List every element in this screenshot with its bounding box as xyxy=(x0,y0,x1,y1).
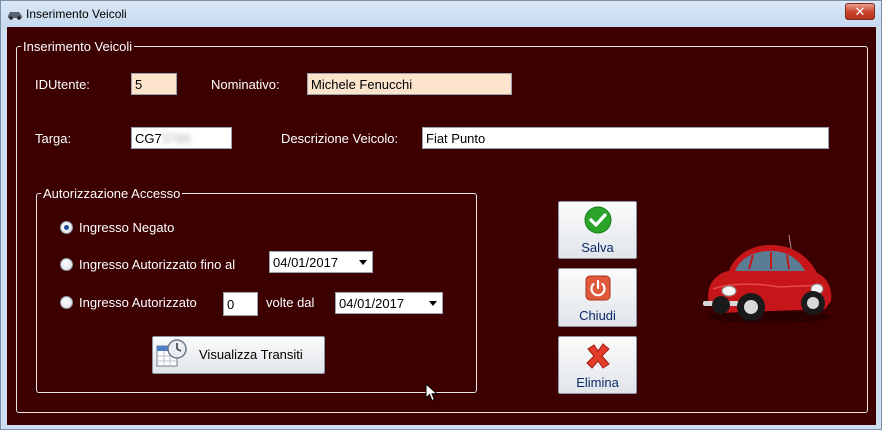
times-date-picker[interactable]: 04/01/2017 xyxy=(335,292,443,314)
chevron-down-icon xyxy=(429,301,437,306)
chiudi-label: Chiudi xyxy=(579,308,616,323)
targa-field[interactable]: CG73766 xyxy=(131,127,232,149)
radio-autorizzato-fino-label[interactable]: Ingresso Autorizzato fino al xyxy=(79,257,235,272)
descrizione-field[interactable]: Fiat Punto xyxy=(422,127,829,149)
nominativo-field[interactable]: Michele Fenucchi xyxy=(307,73,512,95)
nominativo-label: Nominativo: xyxy=(211,77,280,92)
elimina-label: Elimina xyxy=(576,375,619,390)
radio-ingresso-negato-label[interactable]: Ingresso Negato xyxy=(79,220,174,235)
close-window-button[interactable]: ✕ xyxy=(845,3,875,20)
targa-label: Targa: xyxy=(35,131,72,146)
elimina-button[interactable]: Elimina xyxy=(558,336,637,394)
visualizza-transiti-button[interactable]: Visualizza Transiti xyxy=(152,336,325,374)
visualizza-transiti-label: Visualizza Transiti xyxy=(199,347,303,362)
radio-ingresso-negato[interactable] xyxy=(60,221,73,234)
idutente-label: IDUtente: xyxy=(35,77,90,92)
car-title-icon xyxy=(8,12,22,20)
chevron-down-icon xyxy=(359,260,367,265)
descrizione-label: Descrizione Veicolo: xyxy=(281,131,399,146)
until-date-picker[interactable]: 04/01/2017 xyxy=(269,251,373,273)
chiudi-button[interactable]: Chiudi xyxy=(558,268,637,327)
radio-autorizzato-volte-label[interactable]: Ingresso Autorizzato xyxy=(79,295,197,310)
times-date-value: 04/01/2017 xyxy=(339,296,405,311)
client-area: Inserimento Veicoli IDUtente: 5 Nominati… xyxy=(7,27,876,425)
until-date-value: 04/01/2017 xyxy=(273,255,339,270)
x-icon xyxy=(585,343,610,369)
times-field[interactable]: 0 xyxy=(223,292,258,316)
access-group-legend: Autorizzazione Accesso xyxy=(43,186,181,201)
calendar-clock-icon xyxy=(156,339,187,367)
radio-autorizzato-fino[interactable] xyxy=(60,258,73,271)
check-icon xyxy=(584,206,611,234)
targa-obscured-text: 3766 xyxy=(161,131,191,146)
mouse-cursor-icon xyxy=(425,383,439,402)
targa-visible-text: CG7 xyxy=(135,131,162,146)
window-title: Inserimento Veicoli xyxy=(26,7,127,21)
radio-autorizzato-volte[interactable] xyxy=(60,296,73,309)
times-suffix-label: volte dal xyxy=(266,295,315,310)
app-window: Inserimento Veicoli ✕ Inserimento Veicol… xyxy=(0,0,882,430)
salva-label: Salva xyxy=(581,240,614,255)
power-icon xyxy=(585,275,610,301)
main-group-legend: Inserimento Veicoli xyxy=(23,39,133,54)
salva-button[interactable]: Salva xyxy=(558,201,637,259)
red-beetle-car-image xyxy=(703,234,832,323)
title-bar[interactable]: Inserimento Veicoli ✕ xyxy=(1,1,881,27)
idutente-field[interactable]: 5 xyxy=(131,73,177,95)
